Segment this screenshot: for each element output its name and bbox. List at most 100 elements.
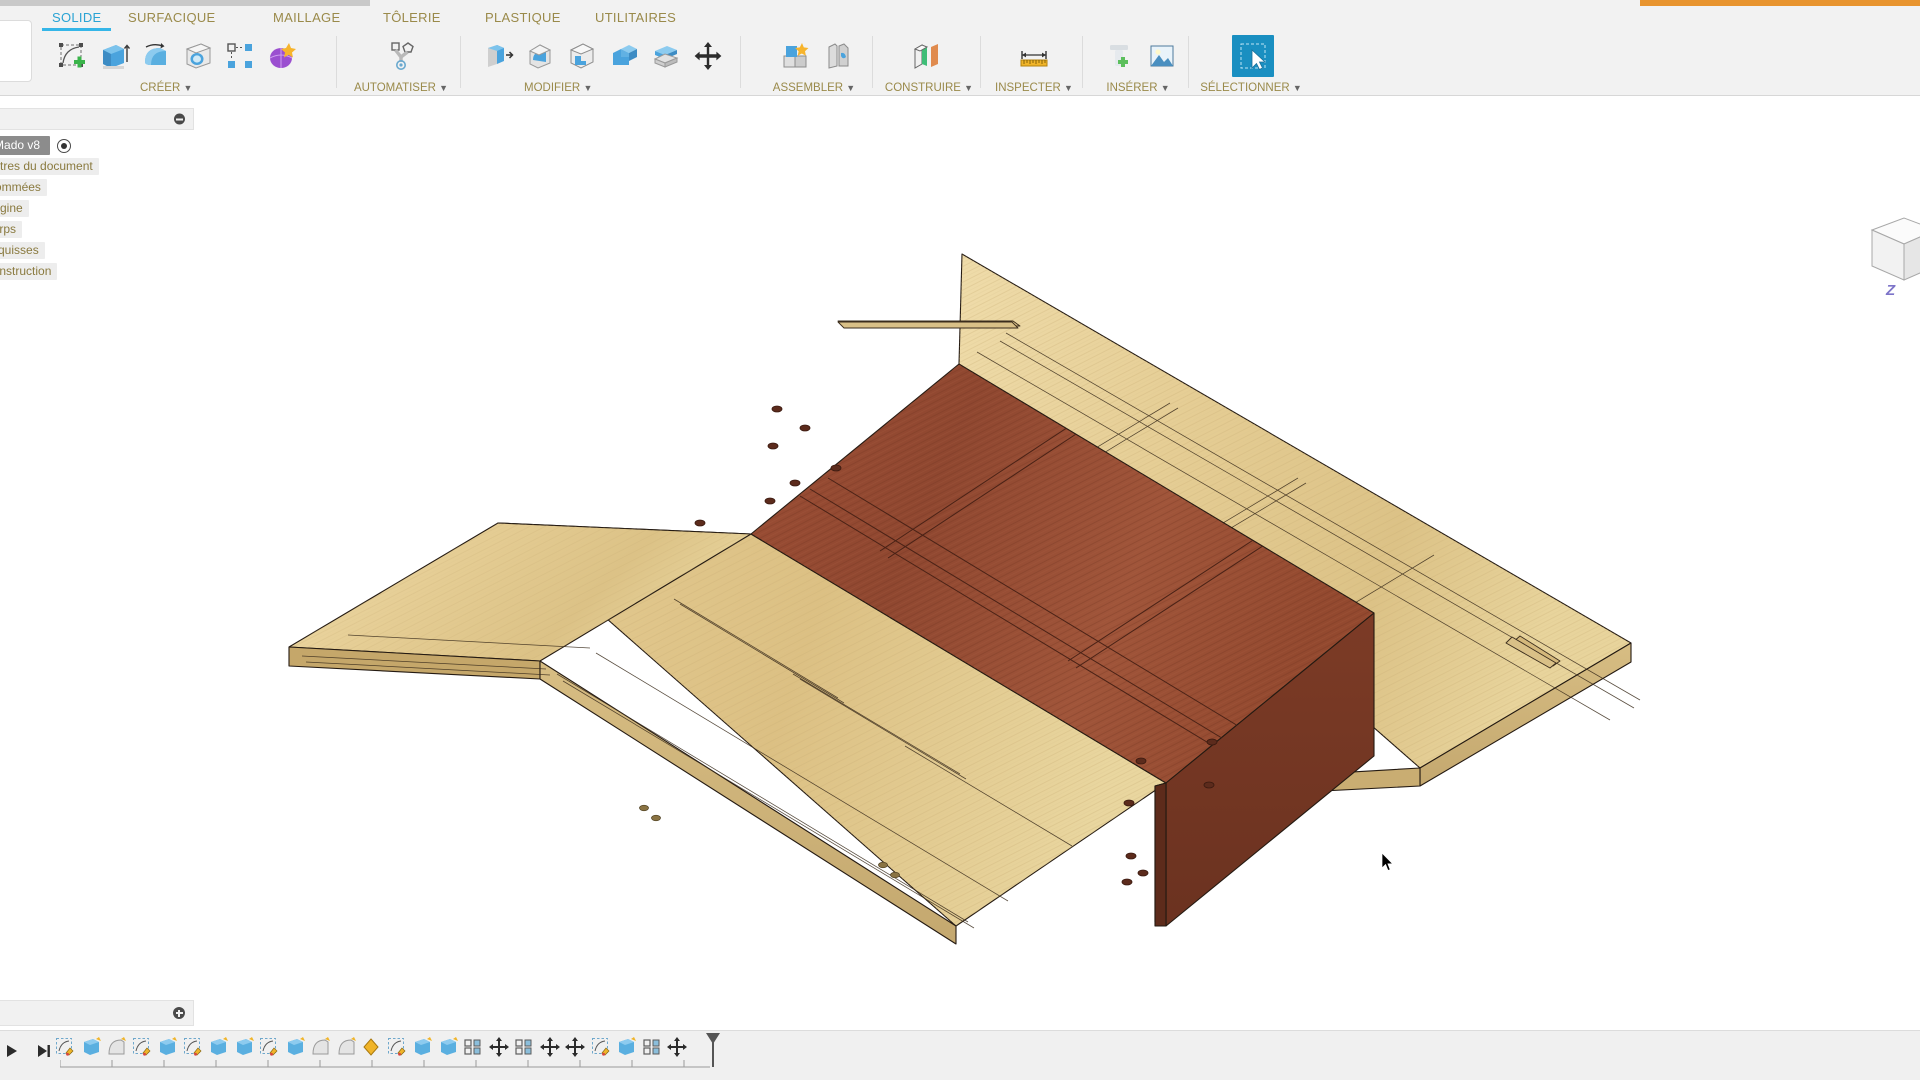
collapse-icon[interactable] bbox=[174, 113, 185, 125]
timeline-item-sketch[interactable] bbox=[131, 1036, 153, 1058]
timeline-item-extrude[interactable] bbox=[80, 1036, 102, 1058]
panel-selectionner-label[interactable]: SÉLECTIONNER bbox=[1200, 82, 1289, 94]
combine-icon[interactable] bbox=[606, 36, 642, 76]
browser-panel: R Table Mado v8 Paramètres du document V… bbox=[0, 108, 194, 282]
chevron-down-icon[interactable]: ▼ bbox=[183, 83, 192, 93]
timeline-item-sketch[interactable] bbox=[54, 1036, 76, 1058]
panel-creer-label[interactable]: CRÉER bbox=[140, 82, 180, 94]
press-pull-icon[interactable] bbox=[480, 36, 516, 76]
tab-tolerie[interactable]: TÔLERIE bbox=[383, 10, 441, 25]
create-sketch-icon[interactable] bbox=[54, 36, 90, 76]
panel-selectionner: SÉLECTIONNER ▼ bbox=[1196, 30, 1306, 96]
extrude-icon[interactable] bbox=[96, 36, 132, 76]
browser-item-named-views[interactable]: Vues nommées bbox=[0, 177, 194, 198]
chevron-down-icon[interactable]: ▼ bbox=[1064, 83, 1073, 93]
visibility-radio-icon[interactable] bbox=[57, 138, 72, 153]
axis-z-label: Z bbox=[1886, 282, 1896, 299]
timeline-item-appearance[interactable] bbox=[360, 1036, 382, 1058]
timeline-item-sketch[interactable] bbox=[386, 1036, 408, 1058]
ribbon-separator bbox=[872, 36, 873, 88]
timeline-item-extrude[interactable] bbox=[156, 1036, 178, 1058]
measure-icon[interactable] bbox=[1016, 36, 1052, 76]
timeline-item-extrude[interactable] bbox=[233, 1036, 255, 1058]
timeline-bar: MAGICmanu bbox=[0, 1030, 1920, 1080]
timeline-item-move[interactable] bbox=[539, 1036, 561, 1058]
timeline-item-extrude[interactable] bbox=[207, 1036, 229, 1058]
ribbon-separator bbox=[336, 36, 337, 88]
timeline-item-extrude[interactable] bbox=[411, 1036, 433, 1058]
browser-item-document-settings[interactable]: Paramètres du document bbox=[0, 156, 194, 177]
tab-surfacique[interactable]: SURFACIQUE bbox=[128, 10, 216, 25]
panel-construire-label[interactable]: CONSTRUIRE bbox=[885, 82, 961, 94]
browser-item-esquisses[interactable]: Esquisses bbox=[0, 240, 194, 261]
timeline-item-fillet[interactable] bbox=[309, 1036, 331, 1058]
mouse-cursor bbox=[1382, 853, 1394, 871]
browser-item-label: Origine bbox=[0, 200, 29, 217]
timeline-item-move[interactable] bbox=[488, 1036, 510, 1058]
select-tool-icon[interactable] bbox=[1232, 35, 1274, 77]
ribbon-separator bbox=[1188, 36, 1189, 88]
timeline-item-joint[interactable] bbox=[641, 1036, 663, 1058]
timeline-item-sketch[interactable] bbox=[182, 1036, 204, 1058]
play-icon[interactable] bbox=[0, 1039, 24, 1063]
panel-inserer-label[interactable]: INSÉRER bbox=[1106, 82, 1157, 94]
timeline-item-extrude[interactable] bbox=[615, 1036, 637, 1058]
panel-construire: CONSTRUIRE ▼ bbox=[880, 30, 978, 96]
chevron-down-icon[interactable]: ▼ bbox=[1161, 83, 1170, 93]
insert-mcmaster-icon[interactable] bbox=[1102, 36, 1138, 76]
chevron-down-icon[interactable]: ▼ bbox=[964, 83, 973, 93]
browser-item-origine[interactable]: Origine bbox=[0, 198, 194, 219]
automate-icon[interactable] bbox=[384, 36, 420, 76]
tab-utilitaires[interactable]: UTILITAIRES bbox=[595, 10, 676, 25]
panel-inspecter: INSPECTER ▼ bbox=[988, 30, 1080, 96]
insert-image-icon[interactable] bbox=[1144, 36, 1180, 76]
sweep-icon[interactable] bbox=[180, 36, 216, 76]
chevron-down-icon[interactable]: ▼ bbox=[846, 83, 855, 93]
form-create-icon[interactable] bbox=[264, 36, 300, 76]
tab-plastique[interactable]: PLASTIQUE bbox=[485, 10, 561, 25]
timeline-item-fillet[interactable] bbox=[335, 1036, 357, 1058]
timeline-item-move[interactable] bbox=[564, 1036, 586, 1058]
timeline-item-extrude[interactable] bbox=[437, 1036, 459, 1058]
split-body-icon[interactable] bbox=[648, 36, 684, 76]
revolve-icon[interactable] bbox=[138, 36, 174, 76]
move-copy-icon[interactable] bbox=[690, 36, 726, 76]
shell-icon[interactable] bbox=[564, 36, 600, 76]
pattern-icon[interactable] bbox=[222, 36, 258, 76]
timeline-end-marker[interactable] bbox=[706, 1033, 720, 1067]
tab-solide[interactable]: SOLIDE bbox=[41, 10, 113, 31]
view-cube[interactable] bbox=[1852, 206, 1920, 292]
timeline-item-sketch[interactable] bbox=[258, 1036, 280, 1058]
ribbon-separator bbox=[460, 36, 461, 88]
chevron-down-icon[interactable]: ▼ bbox=[439, 83, 448, 93]
fusion360-window: N ▼ SOLIDE SURFACIQUE MAILLAGE TÔLERIE P… bbox=[0, 0, 1920, 1080]
timeline-item-joint[interactable] bbox=[513, 1036, 535, 1058]
model-3d-table-mado[interactable] bbox=[0, 96, 1920, 996]
viewport-canvas[interactable]: Z ▼ bbox=[0, 96, 1920, 996]
joint-icon[interactable] bbox=[820, 36, 856, 76]
panel-inserer: INSÉRER ▼ bbox=[1090, 30, 1186, 96]
timeline-item-fillet[interactable] bbox=[105, 1036, 127, 1058]
timeline-item-sketch[interactable] bbox=[590, 1036, 612, 1058]
panel-assembler: ASSEMBLER ▼ bbox=[758, 30, 870, 96]
panel-modifier-label[interactable]: MODIFIER bbox=[524, 82, 580, 94]
chevron-down-icon[interactable]: ▼ bbox=[583, 83, 592, 93]
skip-end-icon[interactable] bbox=[32, 1039, 56, 1063]
new-component-icon[interactable] bbox=[778, 36, 814, 76]
browser-item-corps[interactable]: Corps bbox=[0, 219, 194, 240]
timeline-item-move[interactable] bbox=[666, 1036, 688, 1058]
timeline-item-joint[interactable] bbox=[462, 1036, 484, 1058]
add-icon[interactable] bbox=[173, 1007, 185, 1019]
browser-item-label: Corps bbox=[0, 221, 23, 238]
construction-plane-icon[interactable] bbox=[910, 36, 946, 76]
fillet-icon[interactable] bbox=[522, 36, 558, 76]
panel-inspecter-label[interactable]: INSPECTER bbox=[995, 82, 1061, 94]
browser-item-construction[interactable]: Construction bbox=[0, 261, 194, 282]
panel-automatiser-label[interactable]: AUTOMATISER bbox=[354, 82, 436, 94]
browser-root-item[interactable]: Table Mado v8 bbox=[0, 135, 194, 156]
tab-maillage[interactable]: MAILLAGE bbox=[273, 10, 340, 25]
browser-item-label: Vues nommées bbox=[0, 179, 47, 196]
timeline-item-extrude[interactable] bbox=[284, 1036, 306, 1058]
panel-assembler-label[interactable]: ASSEMBLER bbox=[773, 82, 843, 94]
chevron-down-icon[interactable]: ▼ bbox=[1293, 83, 1302, 93]
